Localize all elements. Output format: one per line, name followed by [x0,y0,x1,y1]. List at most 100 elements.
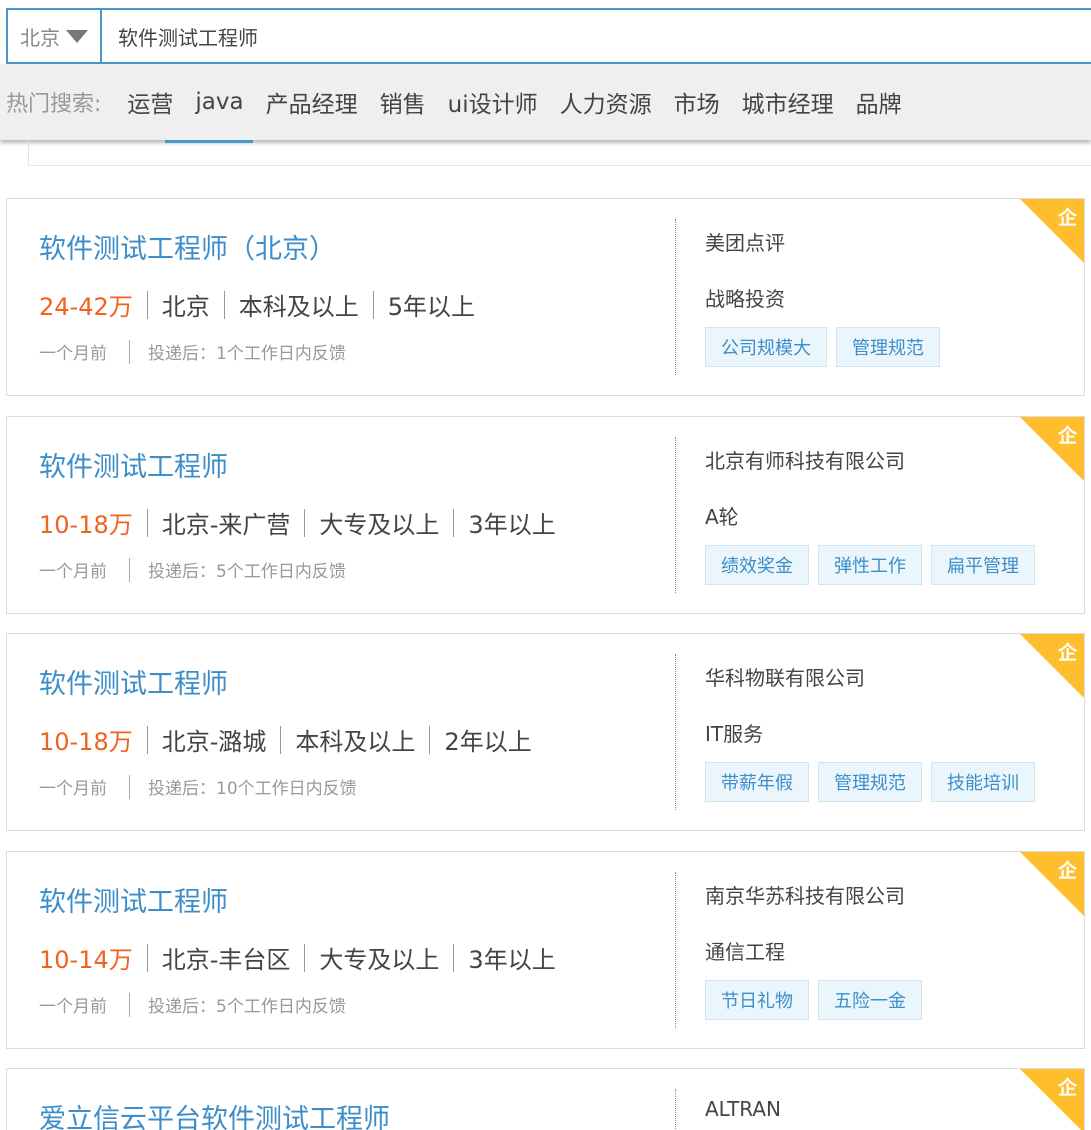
separator [453,508,455,537]
separator [129,557,130,582]
separator [429,725,431,754]
dotted-divider [675,437,676,593]
location: 北京-潞城 [161,728,267,756]
feedback-time: 投递后：10个工作日内反馈 [148,779,357,799]
job-card[interactable]: 爱立信云平台软件测试工程师 ALTRAN 企 [6,1068,1085,1130]
job-meta: 10-18万 北京-潞城 本科及以上 2年以上 [39,722,532,757]
hot-search-item[interactable]: 人力资源 [560,85,652,119]
salary: 10-14万 [39,946,133,974]
dropdown-arrow-icon [66,29,88,43]
hot-search-label: 热门搜索: [6,92,102,117]
company-tag: 管理规范 [836,327,940,367]
dotted-divider [675,872,676,1028]
hot-search-item[interactable]: 产品经理 [266,85,358,119]
job-card[interactable]: 软件测试工程师 10-14万 北京-丰台区 大专及以上 3年以上 一个月前 投递… [6,851,1085,1049]
company-name[interactable]: 华科物联有限公司 [705,662,865,691]
separator [304,508,306,537]
separator [146,508,148,537]
job-meta: 24-42万 北京 本科及以上 5年以上 [39,287,475,322]
city-label: 北京 [20,25,60,50]
dotted-divider [675,219,676,375]
search-bar: 北京 [6,8,1091,64]
job-footer: 一个月前 投递后：5个工作日内反馈 [39,557,346,582]
separator [146,290,148,319]
company-name[interactable]: 美团点评 [705,227,785,256]
posted-time: 一个月前 [39,562,107,582]
posted-time: 一个月前 [39,344,107,364]
posted-time: 一个月前 [39,779,107,799]
salary: 24-42万 [39,293,133,321]
experience: 5年以上 [387,293,476,321]
separator [146,943,148,972]
location: 北京 [161,293,210,321]
experience: 3年以上 [468,511,556,539]
separator [280,725,282,754]
separator [304,943,306,972]
company-tag: 管理规范 [818,762,922,802]
dotted-divider [675,654,676,810]
job-card[interactable]: 软件测试工程师 10-18万 北京-来广营 大专及以上 3年以上 一个月前 投递… [6,416,1085,614]
job-title[interactable]: 软件测试工程师 [39,445,228,484]
job-title[interactable]: 软件测试工程师（北京） [39,227,336,266]
experience: 2年以上 [444,728,532,756]
education: 本科及以上 [295,728,416,756]
job-card[interactable]: 软件测试工程师 10-18万 北京-潞城 本科及以上 2年以上 一个月前 投递后… [6,633,1085,831]
company-tags: 公司规模大 管理规范 [705,327,940,367]
hot-search-item[interactable]: java [195,89,243,115]
separator [129,992,130,1017]
feedback-time: 投递后：5个工作日内反馈 [148,562,346,582]
company-name[interactable]: 北京有师科技有限公司 [705,445,905,474]
company-industry: IT服务 [705,722,764,746]
enterprise-badge-label: 企 [1057,207,1077,229]
hot-search-item[interactable]: 城市经理 [742,85,834,119]
enterprise-badge-label: 企 [1057,425,1077,447]
location: 北京-来广营 [161,511,291,539]
job-title[interactable]: 爱立信云平台软件测试工程师 [39,1097,390,1130]
dotted-divider [675,1089,676,1130]
company-tags: 节日礼物 五险一金 [705,980,922,1020]
separator [453,943,455,972]
education: 本科及以上 [238,293,359,321]
feedback-time: 投递后：1个工作日内反馈 [148,344,346,364]
job-title[interactable]: 软件测试工程师 [39,880,228,919]
enterprise-badge-label: 企 [1057,860,1077,882]
hot-search-item[interactable]: ui设计师 [448,85,538,119]
feedback-time: 投递后：5个工作日内反馈 [148,997,346,1017]
company-tag: 技能培训 [931,762,1035,802]
company-tags: 绩效奖金 弹性工作 扁平管理 [705,545,1035,585]
separator [129,339,130,364]
separator [223,290,225,319]
company-tag: 带薪年假 [705,762,809,802]
job-footer: 一个月前 投递后：10个工作日内反馈 [39,774,357,799]
hot-search-item[interactable]: 运营 [127,85,173,119]
company-industry: 战略投资 [705,287,785,311]
salary: 10-18万 [39,511,133,539]
enterprise-badge-label: 企 [1057,642,1077,664]
job-title[interactable]: 软件测试工程师 [39,662,228,701]
job-card[interactable]: 软件测试工程师（北京） 24-42万 北京 本科及以上 5年以上 一个月前 投递… [6,198,1085,396]
company-name[interactable]: ALTRAN [705,1097,781,1121]
hot-search-item[interactable]: 品牌 [856,85,902,119]
hot-search-bar: 热门搜索: 运营 java 产品经理 销售 ui设计师 人力资源 市场 城市经理… [0,64,1091,140]
city-selector[interactable]: 北京 [8,10,102,62]
company-tag: 五险一金 [818,980,922,1020]
job-footer: 一个月前 投递后：1个工作日内反馈 [39,339,346,364]
hot-search-item[interactable]: 销售 [380,85,426,119]
company-tags: 带薪年假 管理规范 技能培训 [705,762,1035,802]
enterprise-badge-label: 企 [1057,1077,1077,1099]
company-industry: 通信工程 [705,940,785,964]
company-tag: 弹性工作 [818,545,922,585]
separator [129,774,130,799]
company-tag: 扁平管理 [931,545,1035,585]
separator [372,290,374,319]
company-tag: 绩效奖金 [705,545,809,585]
experience: 3年以上 [468,946,556,974]
education: 大专及以上 [319,511,440,539]
job-meta: 10-18万 北京-来广营 大专及以上 3年以上 [39,505,556,540]
company-name[interactable]: 南京华苏科技有限公司 [705,880,905,909]
education: 大专及以上 [319,946,440,974]
company-industry: A轮 [705,505,739,529]
hot-search-item[interactable]: 市场 [674,85,720,119]
search-input[interactable] [102,9,1091,63]
filter-tab-strip [28,140,1091,166]
